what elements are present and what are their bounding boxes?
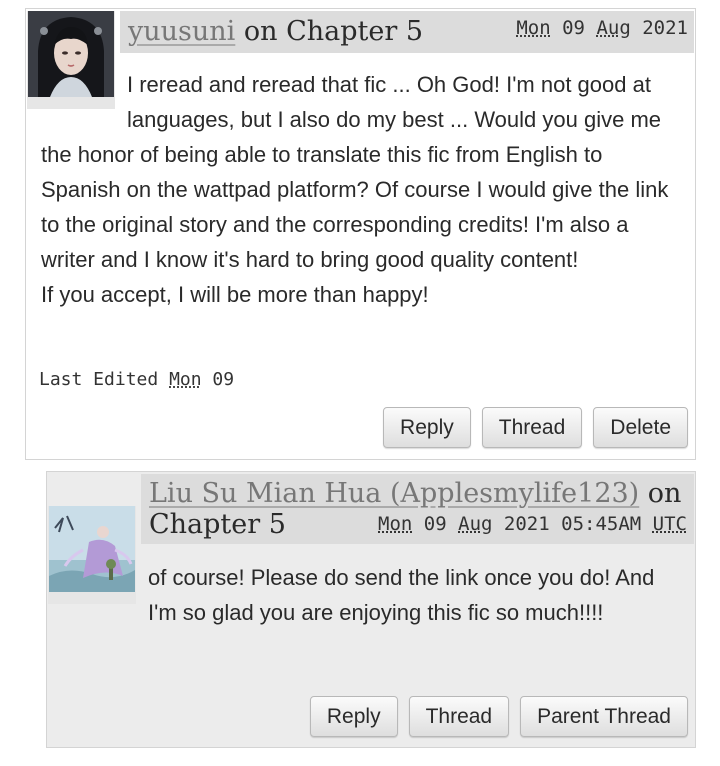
date-year: 2021 [642, 17, 688, 39]
date-day: Mon [516, 17, 551, 39]
comment-actions: Reply Thread Parent Thread [309, 696, 688, 737]
comment-actions: Reply Thread Delete [383, 407, 688, 448]
edited-label: Last Edited [39, 369, 159, 390]
comment-paragraph: If you accept, I will be more than happy… [41, 282, 429, 307]
date-month: Aug [596, 17, 631, 39]
delete-button[interactable]: Delete [593, 407, 688, 448]
date-year: 2021 [503, 513, 550, 535]
author-link[interactable]: Liu Su Mian Hua (Applesmylife123) [149, 478, 639, 509]
reply-button[interactable]: Reply [309, 696, 398, 737]
reply-button[interactable]: Reply [383, 407, 471, 448]
edited-date: 09 [212, 369, 235, 390]
comment-date: Mon 09 Aug 2021 05:45AM UTC [378, 513, 687, 535]
thread-button[interactable]: Thread [481, 407, 583, 448]
chapter-link[interactable]: Chapter 5 [286, 16, 423, 47]
thread-button[interactable]: Thread [408, 696, 510, 737]
date-timezone: UTC [652, 513, 687, 535]
date-date: 09 [562, 17, 585, 39]
comment-paragraph: of course! Please do send the link once … [148, 565, 655, 625]
parent-thread-button[interactable]: Parent Thread [520, 696, 688, 737]
on-text: on [235, 16, 287, 47]
chapter-link[interactable]: Chapter 5 [149, 509, 286, 540]
date-day: Mon [378, 513, 413, 535]
on-text: on [639, 478, 682, 509]
comment-body: I reread and reread that fic ... Oh God!… [41, 67, 675, 312]
last-edited: Last Edited Mon 09 [39, 369, 234, 390]
comment: yuusuni on Chapter 5 Mon 09 Aug 2021 I r… [25, 8, 696, 460]
comment-heading: Liu Su Mian Hua (Applesmylife123) on Cha… [141, 474, 694, 544]
date-date: 09 [423, 513, 447, 535]
date-time: 05:45AM [561, 513, 642, 535]
comment-date: Mon 09 Aug 2021 [516, 17, 688, 39]
reply-comment: Liu Su Mian Hua (Applesmylife123) on Cha… [46, 471, 696, 748]
date-month: Aug [458, 513, 493, 535]
comment-body: of course! Please do send the link once … [62, 560, 675, 630]
comment-heading: yuusuni on Chapter 5 Mon 09 Aug 2021 [120, 11, 694, 53]
author-link[interactable]: yuusuni [128, 16, 235, 47]
comment-paragraph: I reread and reread that fic ... Oh God!… [41, 72, 669, 272]
edited-day: Mon [169, 369, 202, 390]
